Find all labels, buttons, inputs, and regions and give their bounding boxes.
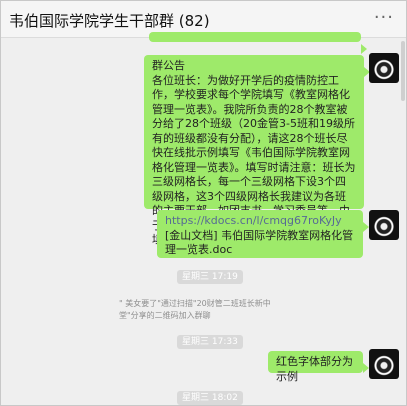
previous-message-bubble [149, 32, 367, 54]
announcement-bubble[interactable]: 群公告 各位班长：为做好开学后的疫情防控工作，学校要求每个学院填写《教室网格化管… [144, 55, 370, 246]
announcement-heading: 群公告 [152, 59, 185, 72]
more-icon[interactable]: ··· [374, 7, 394, 28]
timestamp: 星期三 17:33 [177, 335, 243, 349]
timestamp: 星期三 17:19 [177, 270, 243, 284]
message-list[interactable]: 群公告 各位班长：为做好开学后的疫情防控工作，学校要求每个学院填写《教室网格化管… [1, 32, 406, 405]
kdocs-link[interactable]: https://kdocs.cn/l/cmqg67roKyJy [165, 214, 355, 229]
example-bubble[interactable]: 红色字体部分为示例 [268, 351, 369, 383]
link-bubble[interactable]: https://kdocs.cn/l/cmqg67roKyJy [金山文档] 韦… [157, 210, 369, 258]
example-text: 红色字体部分为示例 [276, 355, 353, 383]
chat-window: 韦伯国际学院学生干部群 (82) ··· 群公告 各位班长：为做好开学后的疫情防… [0, 0, 407, 406]
system-notice: " 美女要了"通过扫描"20财管二班班长新中堂"分享的二维码加入群聊 [119, 299, 271, 320]
sender-avatar[interactable] [369, 349, 399, 379]
sender-avatar[interactable] [369, 53, 399, 83]
scrollbar[interactable] [401, 41, 405, 101]
chat-title: 韦伯国际学院学生干部群 (82) [9, 12, 210, 30]
sender-avatar[interactable] [369, 210, 399, 240]
doc-name: [金山文档] 韦伯国际学院教室网格化管理一览表.doc [165, 228, 354, 257]
timestamp: 星期三 18:02 [177, 391, 243, 405]
